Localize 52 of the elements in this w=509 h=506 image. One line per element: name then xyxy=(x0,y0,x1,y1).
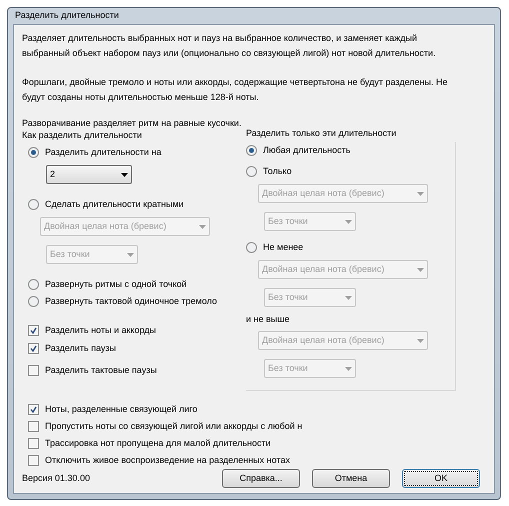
radio-button[interactable] xyxy=(28,279,39,290)
check-icon xyxy=(30,406,37,413)
dialog-button[interactable]: OK xyxy=(402,469,480,488)
checkbox-label: Разделить тактовые паузы xyxy=(45,364,157,377)
checkbox[interactable] xyxy=(28,404,39,415)
checkbox-label: Отключить живое воспроизведение на разделенных нотах xyxy=(45,454,290,467)
description-text: Разделяет длительность выбранных нот и пауз на выбранное количество, и заменяет каждый выбранный объект набором пауз или (опционально со связующей лигой) нот новой длительности. xyxy=(22,32,437,60)
checkbox-label: Трассировка нот пропущена для малой длительности xyxy=(45,436,271,450)
radio-button[interactable] xyxy=(246,242,257,253)
dropdown[interactable]: 2 xyxy=(46,165,132,184)
checkbox[interactable] xyxy=(28,438,39,449)
checkbox[interactable] xyxy=(28,343,39,354)
window-title: Разделить длительности xyxy=(14,9,120,22)
radio-button[interactable] xyxy=(28,199,39,210)
checkbox[interactable] xyxy=(28,421,39,432)
radio-label: Разделить длительности на xyxy=(45,146,162,159)
note-text: Разворачивание разделяет ритм на равные кусочки. xyxy=(22,117,242,129)
checkbox[interactable] xyxy=(28,325,39,336)
radio-label: Не менее xyxy=(263,240,304,254)
caret-icon xyxy=(199,224,206,228)
group-heading: Разделить только эти длительности xyxy=(246,127,398,140)
radio-label: Развернуть тактовой одиночное тремоло xyxy=(45,294,218,308)
caret-icon xyxy=(417,268,424,272)
checkbox-label: Разделить ноты и аккорды xyxy=(45,324,156,337)
caret-icon xyxy=(345,366,352,370)
caret-icon xyxy=(417,338,424,342)
checkbox-label: Пропустить ноты со связующей лигой или аккорды с любой н xyxy=(45,420,302,433)
check-icon xyxy=(30,327,37,334)
checkbox[interactable] xyxy=(28,365,39,376)
check-icon xyxy=(30,345,37,352)
caret-icon xyxy=(345,296,352,300)
radio-button[interactable] xyxy=(246,166,257,177)
caret-icon xyxy=(121,172,128,176)
description-text: Форшлаги, двойные тремоло и ноты или аккорды, содержащие четвертьтона не будут разделены. Не будут созданы ноты длительностью меньше 128-й ноты. xyxy=(22,76,449,104)
dialog-button[interactable]: Справка... xyxy=(222,469,300,488)
radio-label: Развернуть ритмы с одной точкой xyxy=(45,278,187,291)
caret-icon xyxy=(417,192,424,196)
checkbox-label: Разделить паузы xyxy=(45,342,116,355)
checkbox[interactable] xyxy=(28,455,39,466)
caret-icon xyxy=(127,252,134,256)
radio-label: Сделать длительности кратными xyxy=(45,198,184,211)
dialog-button[interactable]: Отмена xyxy=(312,469,390,488)
radio-label: Только xyxy=(263,164,292,178)
radio-label: Любая длительность xyxy=(263,144,350,157)
radio-button[interactable] xyxy=(28,296,39,307)
field-label: и не выше xyxy=(246,313,290,326)
checkbox-label: Ноты, разделенные связующей лиго xyxy=(45,402,198,416)
radio-button[interactable] xyxy=(246,145,257,156)
caret-icon xyxy=(345,220,352,224)
radio-button[interactable] xyxy=(28,147,39,158)
version-text: Версия 01.30.00 xyxy=(22,472,91,485)
group-heading: Как разделить длительности xyxy=(22,129,143,142)
